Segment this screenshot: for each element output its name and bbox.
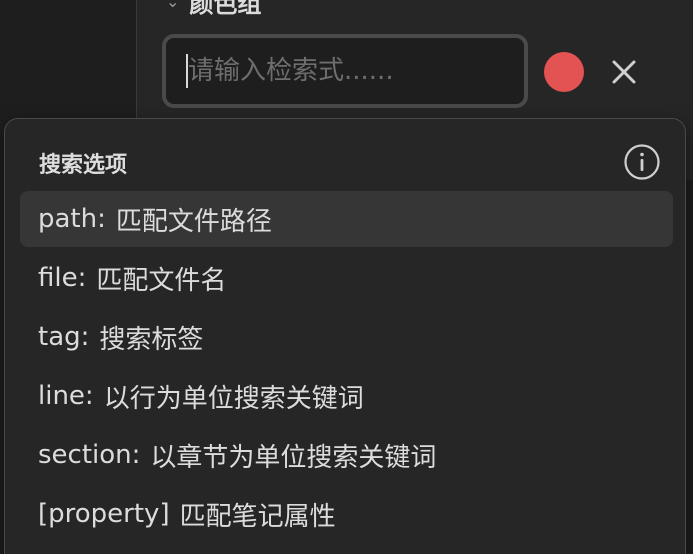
option-key: file: <box>38 263 87 293</box>
option-desc: 匹配文件路径 <box>115 206 272 237</box>
option-key: line: <box>38 381 94 411</box>
close-button[interactable] <box>606 54 642 90</box>
text-caret <box>186 54 188 88</box>
option-property[interactable]: [property] 匹配笔记属性 <box>20 486 673 542</box>
option-path[interactable]: path: 匹配文件路径 <box>20 191 673 247</box>
search-input[interactable] <box>174 44 528 98</box>
color-swatch-button[interactable] <box>544 52 584 92</box>
option-desc: 以行为单位搜索关键词 <box>103 383 364 414</box>
option-file[interactable]: file: 匹配文件名 <box>20 250 673 306</box>
chevron-down-icon[interactable]: ⌄ <box>166 0 179 11</box>
info-icon[interactable] <box>623 143 661 181</box>
option-key: path: <box>38 204 106 234</box>
option-desc: 以章节为单位搜索关键词 <box>150 442 437 473</box>
option-key: [property] <box>38 499 170 529</box>
option-desc: 匹配笔记属性 <box>179 501 336 532</box>
color-group-header[interactable]: ⌄ 颜色组 <box>166 0 262 18</box>
close-icon <box>612 60 636 84</box>
dropdown-title: 搜索选项 <box>39 153 128 178</box>
app-root: ⌄ 颜色组 搜索选项 path: 匹配文件路径 file: 匹配文件名 <box>0 0 693 554</box>
option-desc: 搜索标签 <box>99 324 204 355</box>
option-line[interactable]: line: 以行为单位搜索关键词 <box>20 368 673 424</box>
option-section[interactable]: section: 以章节为单位搜索关键词 <box>20 427 673 483</box>
search-box[interactable] <box>162 34 528 108</box>
option-tag[interactable]: tag: 搜索标签 <box>20 309 673 365</box>
option-desc: 匹配文件名 <box>96 265 227 296</box>
color-group-title: 颜色组 <box>189 0 262 18</box>
option-key: tag: <box>38 322 90 352</box>
search-options-dropdown: 搜索选项 path: 匹配文件路径 file: 匹配文件名 tag: 搜索标签 … <box>4 118 686 554</box>
option-key: section: <box>38 440 141 470</box>
